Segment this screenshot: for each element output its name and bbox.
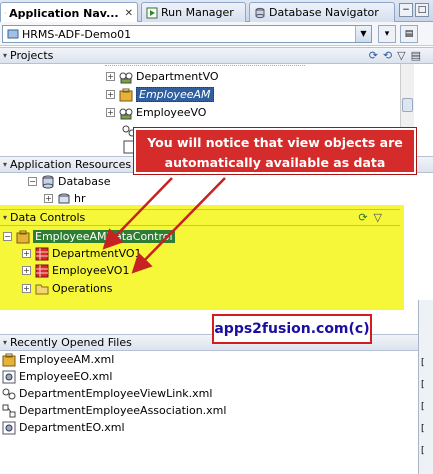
brand-callout: apps2fusion.com(c) [212,314,372,344]
adjacent-panel-edge: [ [ [ [ [ [418,300,433,474]
edge-glyph: [ [421,402,425,412]
edge-glyph: [ [421,446,425,456]
application-module-icon [2,353,16,366]
view-link-icon [2,388,16,399]
recently-opened-files-title: Recently Opened Files [10,336,132,349]
arrow-to-employeevo1 [131,177,226,274]
recent-file-label: DepartmentEmployeeViewLink.xml [19,387,213,400]
recent-file-item[interactable]: EmployeeEO.xml [2,368,112,385]
recent-file-item[interactable]: DepartmentEmployeeAssociation.xml [2,402,226,419]
edge-glyph: [ [421,358,425,368]
recent-file-label: DepartmentEmployeeAssociation.xml [19,404,227,417]
arrow-to-departmentvo1 [102,177,173,250]
recent-file-label: DepartmentEO.xml [19,421,125,434]
collapse-icon[interactable]: ▾ [3,338,7,347]
association-icon [2,404,16,417]
edge-glyph: [ [421,424,425,434]
callout-data-controls: You will notice that view objects are au… [133,127,417,190]
entity-object-icon [2,370,16,383]
recent-file-item[interactable]: DepartmentEmployeeViewLink.xml [2,385,212,402]
recent-file-item[interactable]: EmployeeAM.xml [2,351,114,368]
recent-file-item[interactable]: DepartmentEO.xml [2,419,125,436]
recent-file-label: EmployeeAM.xml [19,353,115,366]
recent-file-label: EmployeeEO.xml [19,370,113,383]
edge-glyph: [ [421,380,425,390]
entity-object-icon [2,421,16,434]
